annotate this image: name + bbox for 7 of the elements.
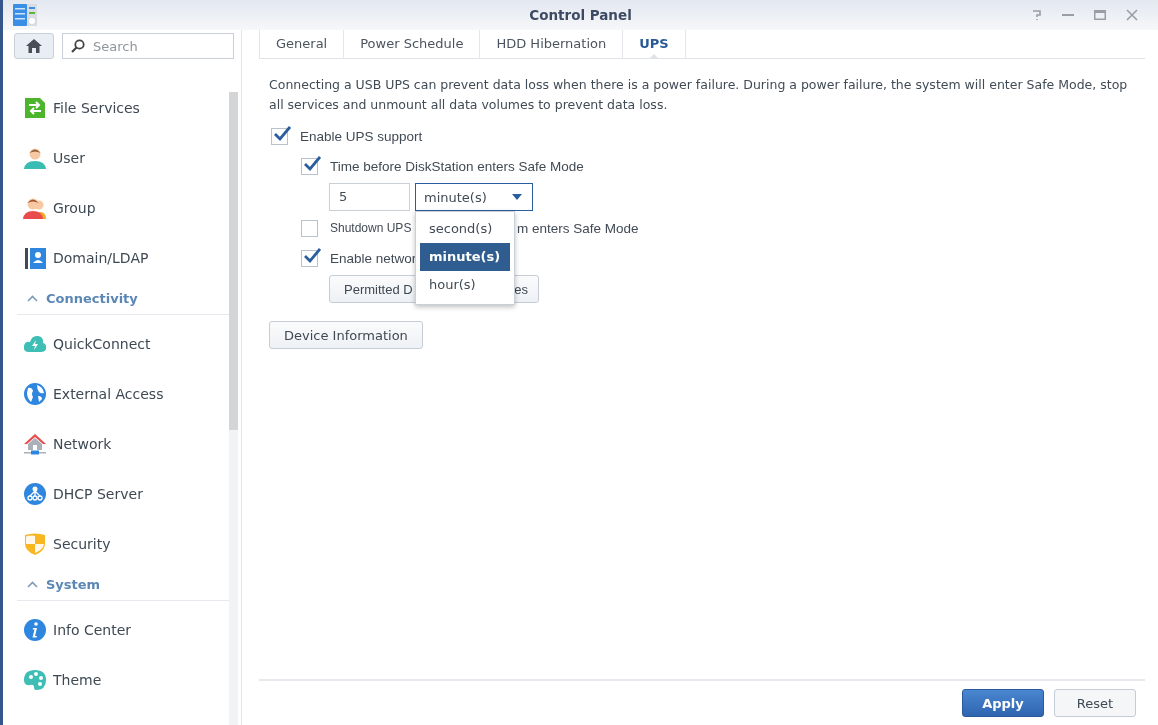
option-label: Time before DiskStation enters Safe Mode [330, 158, 584, 174]
option-label: Enable UPS support [300, 128, 423, 144]
description-text: Connecting a USB UPS can prevent data loss when there is a power failure. During a power failure, the system will enter Safe Mode, stop all services and unmount all data volumes to prevent data loss. [269, 76, 1129, 114]
option-label: m enters Safe Mode [517, 220, 639, 236]
window-title: Control Panel [529, 7, 632, 23]
option-label: Enable networ [330, 250, 417, 266]
option-label: Shutdown UPS [330, 221, 413, 235]
